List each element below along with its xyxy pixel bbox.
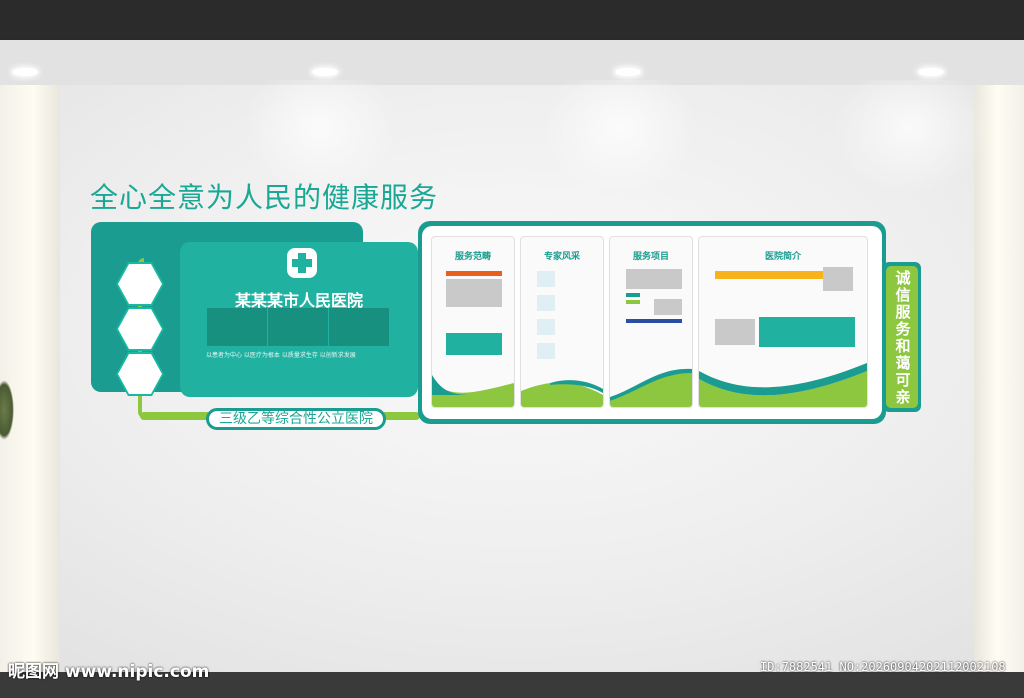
photo-placeholder xyxy=(207,308,267,346)
expert-avatar xyxy=(537,295,555,311)
wave-decoration xyxy=(432,375,514,407)
spotlight xyxy=(918,68,944,76)
spotlight xyxy=(615,68,641,76)
image-placeholder xyxy=(654,299,682,315)
subtitle-pill: 三级乙等综合性公立医院 xyxy=(206,408,386,430)
panel-service-scope: 服务范畴 xyxy=(431,236,515,408)
expert-avatar xyxy=(537,271,555,287)
photo-placeholder xyxy=(268,308,328,346)
blue-bar xyxy=(626,319,682,323)
wave-decoration xyxy=(521,380,603,407)
panel-title: 服务范畴 xyxy=(454,252,491,262)
watermark-id: ID:7882541 NO:20260904202112002108 xyxy=(760,660,1006,674)
expert-avatar xyxy=(537,319,555,335)
wall-heading: 全心全意为人民的健康服务 xyxy=(90,182,439,213)
medical-cross-icon xyxy=(287,248,317,278)
teal-block xyxy=(759,317,855,347)
expert-avatar xyxy=(537,343,555,359)
photo-placeholder xyxy=(329,308,389,346)
soffit xyxy=(0,40,1024,85)
service-banner xyxy=(715,271,825,279)
image-placeholder xyxy=(715,319,755,345)
wave-decoration xyxy=(610,368,692,407)
panel-services: 服务项目 xyxy=(609,236,693,408)
orange-label xyxy=(446,271,502,276)
side-banner-text: 诚信服务 和蔼可亲 xyxy=(895,269,911,406)
tag xyxy=(626,300,640,304)
wave-decoration xyxy=(699,363,867,407)
ceiling xyxy=(0,0,1024,40)
panel-experts: 专家风采 xyxy=(520,236,604,408)
panel-title: 专家风采 xyxy=(543,252,580,262)
motto-line: 以患者为中心 以医疗为根本 以质量求生存 以创新求发展 xyxy=(206,352,356,359)
image-placeholder xyxy=(823,267,853,291)
tag xyxy=(626,293,640,297)
image-placeholder xyxy=(626,269,682,289)
watermark-site: 昵图网 www.nipic.com xyxy=(8,662,210,682)
photo-scene: 全心全意为人民的健康服务 某某某市人民医院 以患者为中心 以医疗为根本 以质量求… xyxy=(0,0,1024,698)
teal-block xyxy=(446,333,502,355)
panel-title: 服务项目 xyxy=(632,252,669,262)
image-placeholder xyxy=(446,279,502,307)
spotlight xyxy=(312,68,338,76)
plant xyxy=(0,380,14,440)
panel-hospital-intro: 医院简介 xyxy=(698,236,868,408)
spotlight xyxy=(12,68,38,76)
panel-title: 医院简介 xyxy=(764,252,801,262)
